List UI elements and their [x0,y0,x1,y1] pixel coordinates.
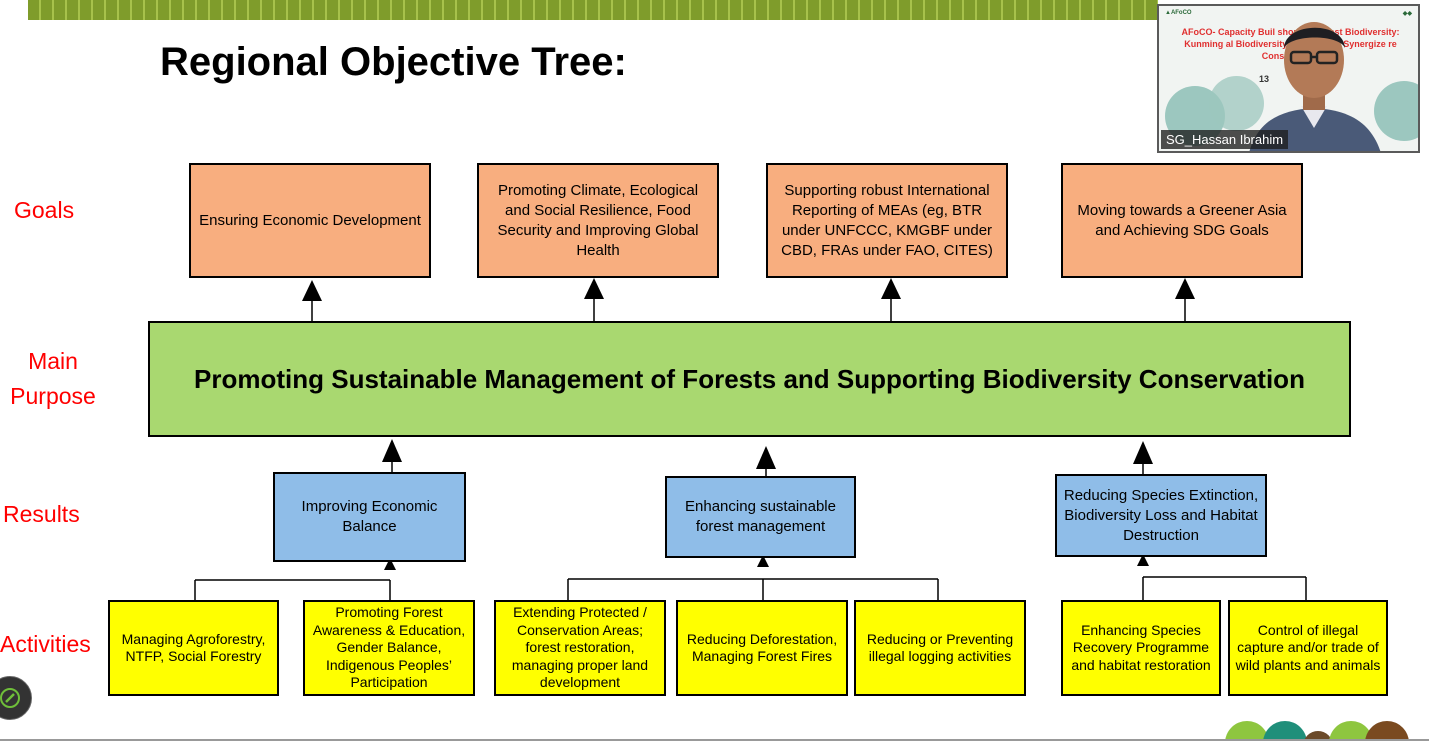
result-box-economic-balance: Improving Economic Balance [273,472,466,562]
goal-box-climate-resilience: Promoting Climate, Ecological and Social… [477,163,719,278]
activity-box-agroforestry: Managing Agroforestry, NTFP, Social Fore… [108,600,279,696]
afoco-logo-icon: ▲AFoCO [1165,10,1192,16]
goal-box-international-reporting: Supporting robust International Reportin… [766,163,1008,278]
partner-logo-icon: ◆◆ [1402,11,1412,17]
goal-box-economic-development: Ensuring Economic Development [189,163,431,278]
result-box-sustainable-forest-management: Enhancing sustainable forest management [665,476,856,558]
result-box-reducing-species-extinction: Reducing Species Extinction, Biodiversit… [1055,474,1267,557]
main-purpose-box: Promoting Sustainable Management of Fore… [148,321,1351,437]
webcam-video-tile[interactable]: ▲AFoCO ◆◆ AFoCO- Capacity Buil shop on F… [1157,4,1420,153]
pencil-icon [0,688,20,708]
activity-box-illegal-trade: Control of illegal capture and/or trade … [1228,600,1388,696]
corner-logo-icon [1225,721,1429,741]
activity-box-forest-awareness: Promoting Forest Awareness & Education, … [303,600,475,696]
goal-box-greener-asia: Moving towards a Greener Asia and Achiev… [1061,163,1303,278]
activity-box-species-recovery: Enhancing Species Recovery Programme and… [1061,600,1221,696]
participant-name-tag: SG_Hassan Ibrahim [1161,130,1289,149]
activity-box-reducing-deforestation: Reducing Deforestation, Managing Forest … [676,600,848,696]
activity-box-illegal-logging: Reducing or Preventing illegal logging a… [854,600,1026,696]
activity-box-protected-areas: Extending Protected / Conservation Areas… [494,600,666,696]
